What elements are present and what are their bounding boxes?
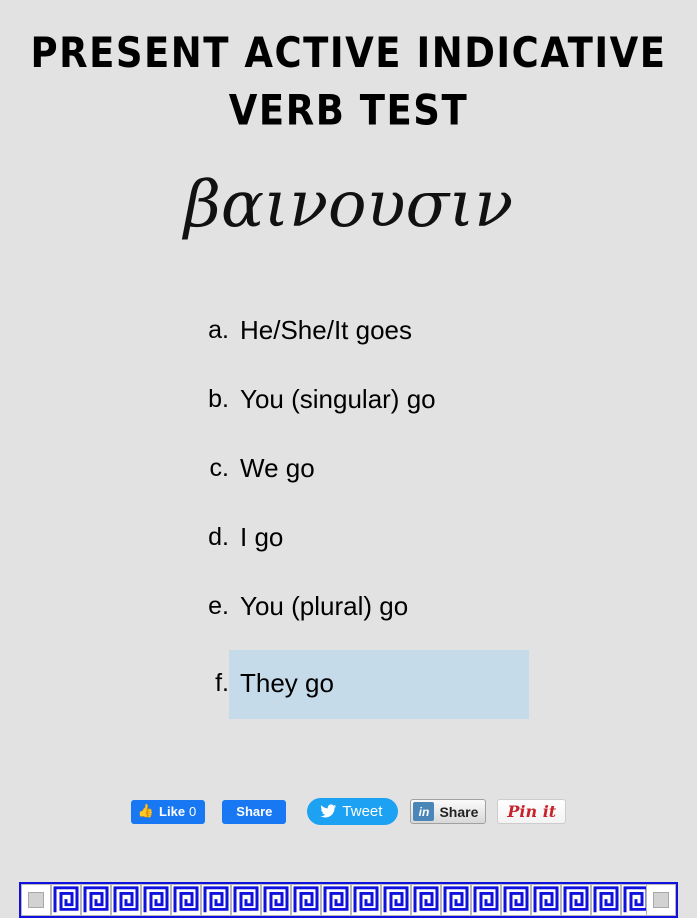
greek-key-unit: [441, 884, 471, 916]
meander-spiral-icon: [443, 886, 469, 913]
meander-spiral-icon: [383, 886, 409, 913]
greek-key-border: [19, 882, 678, 918]
greek-key-unit: [231, 884, 261, 916]
greek-key-unit: [201, 884, 231, 916]
twitter-tweet-label: Tweet: [342, 803, 383, 820]
meander-spiral-icon: [203, 886, 229, 913]
meander-spiral-icon: [473, 886, 499, 913]
social-share-bar: 👍 Like 0 Share Tweet in Share Pin it: [0, 798, 697, 825]
option-row-b[interactable]: b. You (singular) go: [0, 374, 697, 443]
twitter-tweet-button[interactable]: Tweet: [307, 798, 399, 825]
meander-spiral-icon: [83, 886, 109, 913]
option-marker-c: c.: [209, 454, 229, 482]
option-text-a[interactable]: He/She/It goes: [229, 305, 412, 346]
linkedin-icon: in: [413, 802, 435, 821]
meander-spiral-icon: [53, 886, 79, 913]
greek-key-unit: [321, 884, 351, 916]
option-row-c[interactable]: c. We go: [0, 443, 697, 512]
greek-key-unit: [291, 884, 321, 916]
greek-key-unit: [501, 884, 531, 916]
meander-spiral-icon: [623, 886, 646, 913]
meander-spiral-icon: [323, 886, 349, 913]
option-text-c[interactable]: We go: [229, 443, 315, 484]
meander-spiral-icon: [143, 886, 169, 913]
option-row-a[interactable]: a. He/She/It goes: [0, 305, 697, 374]
meander-spiral-icon: [113, 886, 139, 913]
twitter-bird-icon: [320, 804, 337, 818]
greek-key-unit: [171, 884, 201, 916]
greek-key-unit: [531, 884, 561, 916]
meander-spiral-icon: [563, 886, 589, 913]
greek-key-unit: [621, 884, 646, 916]
greek-key-unit: [591, 884, 621, 916]
greek-key-endcap-left: [21, 884, 51, 916]
greek-key-unit: [381, 884, 411, 916]
answer-options-list: a. He/She/It goes b. You (singular) go c…: [0, 305, 697, 719]
facebook-like-label: Like: [159, 804, 186, 819]
option-marker-d: d.: [208, 523, 229, 551]
endcap-square-icon: [653, 892, 669, 908]
greek-key-unit: [411, 884, 441, 916]
option-marker-f: f.: [215, 669, 229, 697]
endcap-square-icon: [28, 892, 44, 908]
pinterest-pin-label: Pin it: [507, 802, 557, 821]
meander-spiral-icon: [263, 886, 289, 913]
meander-spiral-icon: [413, 886, 439, 913]
facebook-share-button[interactable]: Share: [222, 799, 287, 824]
option-row-d[interactable]: d. I go: [0, 512, 697, 581]
option-marker-e: e.: [208, 592, 229, 620]
facebook-like-button[interactable]: 👍 Like 0: [130, 799, 206, 824]
greek-key-unit: [51, 884, 81, 916]
facebook-like-count: 0: [189, 804, 197, 819]
option-text-b[interactable]: You (singular) go: [229, 374, 436, 415]
thumbs-up-icon: 👍: [137, 803, 155, 818]
meander-spiral-icon: [503, 886, 529, 913]
greek-key-unit: [141, 884, 171, 916]
facebook-share-label: Share: [236, 804, 273, 819]
greek-key-unit: [351, 884, 381, 916]
meander-spiral-icon: [533, 886, 559, 913]
greek-verb-prompt: βαινουσιν: [183, 168, 514, 242]
meander-spiral-icon: [593, 886, 619, 913]
meander-spiral-icon: [173, 886, 199, 913]
option-marker-b: b.: [208, 385, 229, 413]
option-text-d[interactable]: I go: [229, 512, 283, 553]
option-text-e[interactable]: You (plural) go: [229, 581, 408, 622]
meander-spiral-icon: [233, 886, 259, 913]
greek-key-endcap-right: [646, 884, 676, 916]
greek-key-unit: [261, 884, 291, 916]
meander-spiral-icon: [293, 886, 319, 913]
option-marker-a: a.: [208, 316, 229, 344]
greek-key-pattern-track: [51, 884, 646, 916]
greek-key-unit: [471, 884, 501, 916]
page-title: PRESENT ACTIVE INDICATIVE VERB TEST: [30, 29, 667, 135]
option-text-f[interactable]: They go: [229, 650, 529, 719]
greek-key-unit: [561, 884, 591, 916]
option-row-f[interactable]: f. They go: [0, 650, 697, 719]
greek-key-unit: [111, 884, 141, 916]
linkedin-share-label: Share: [439, 803, 479, 820]
option-row-e[interactable]: e. You (plural) go: [0, 581, 697, 650]
greek-key-unit: [81, 884, 111, 916]
meander-spiral-icon: [353, 886, 379, 913]
linkedin-share-button[interactable]: in Share: [410, 799, 487, 824]
pinterest-pin-button[interactable]: Pin it: [497, 799, 567, 824]
